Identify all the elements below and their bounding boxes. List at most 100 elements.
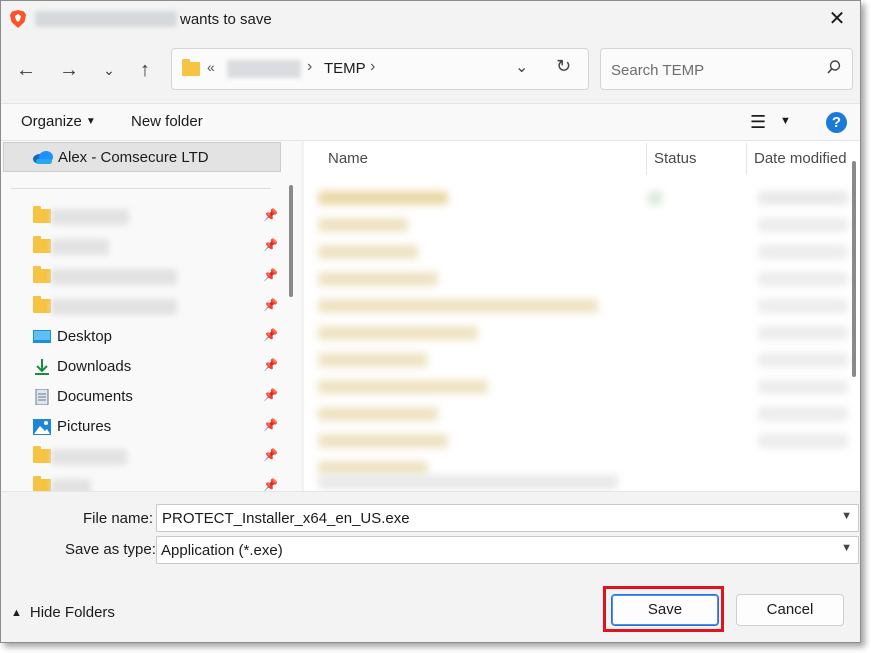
column-divider[interactable] xyxy=(746,143,747,175)
chevron-right-icon[interactable]: › xyxy=(370,58,375,76)
address-dropdown-icon[interactable]: ⌄ xyxy=(515,57,528,77)
save-as-type-label: Save as type: xyxy=(65,541,156,558)
view-options-icon[interactable]: ☰ xyxy=(750,112,766,133)
folder-icon xyxy=(33,476,51,491)
search-box[interactable] xyxy=(600,48,853,90)
cancel-button[interactable]: Cancel xyxy=(736,594,844,626)
sidebar-item-folder[interactable]: 📌 xyxy=(1,263,281,291)
folder-icon xyxy=(33,266,51,285)
save-dialog: wants to save ✕ ← → ⌄ ↑ « › TEMP › ⌄ ↻ O… xyxy=(0,0,861,643)
save-as-type-value: Application (*.exe) xyxy=(161,542,283,559)
sidebar-item-folder[interactable]: 📌 xyxy=(1,443,281,471)
sidebar-item-documents[interactable]: Documents 📌 xyxy=(1,383,281,411)
documents-icon xyxy=(35,389,49,405)
sidebar-item-label: Documents xyxy=(57,388,133,405)
desktop-icon xyxy=(33,330,51,343)
back-arrow-icon[interactable]: ← xyxy=(13,57,39,83)
title-bar: wants to save ✕ xyxy=(1,1,860,37)
brave-logo-icon xyxy=(10,10,26,28)
sidebar-item-folder[interactable]: 📌 xyxy=(1,233,281,261)
onedrive-cloud-icon xyxy=(33,151,53,164)
help-icon[interactable]: ? xyxy=(826,112,847,133)
redacted-site-name xyxy=(35,11,177,27)
pin-icon[interactable]: 📌 xyxy=(263,238,278,252)
redacted-label xyxy=(51,269,177,285)
organize-button[interactable]: Organize ▼ xyxy=(21,113,96,130)
pin-icon[interactable]: 📌 xyxy=(263,268,278,282)
pin-icon[interactable]: 📌 xyxy=(263,358,278,372)
breadcrumb-current[interactable]: TEMP xyxy=(324,60,366,77)
hide-folders-button[interactable]: ▲ Hide Folders xyxy=(11,604,115,621)
redacted-label xyxy=(51,239,109,255)
sidebar-item-pictures[interactable]: Pictures 📌 xyxy=(1,413,281,441)
sidebar-item-onedrive[interactable]: Alex - Comsecure LTD xyxy=(3,142,281,172)
chevron-up-icon: ▲ xyxy=(11,607,22,619)
pin-icon[interactable]: 📌 xyxy=(263,478,278,491)
sidebar-item-folder[interactable]: 📌 xyxy=(1,203,281,231)
pin-icon[interactable]: 📌 xyxy=(263,328,278,342)
file-name-input[interactable] xyxy=(162,509,822,527)
chevron-down-icon[interactable]: ▼ xyxy=(841,542,852,554)
folder-icon xyxy=(33,296,51,315)
folder-icon xyxy=(182,59,200,76)
dialog-title: wants to save xyxy=(180,11,272,28)
pin-icon[interactable]: 📌 xyxy=(263,298,278,312)
column-header-name[interactable]: Name xyxy=(328,141,368,177)
downloads-icon xyxy=(35,359,49,375)
sidebar-item-label: Pictures xyxy=(57,418,112,435)
navigation-bar: ← → ⌄ ↑ « › TEMP › ⌄ ↻ xyxy=(1,37,860,103)
refresh-icon[interactable]: ↻ xyxy=(556,56,571,77)
sidebar-item-desktop[interactable]: Desktop 📌 xyxy=(1,323,281,351)
column-divider[interactable] xyxy=(646,143,647,175)
caret-down-icon[interactable]: ▼ xyxy=(780,115,791,127)
up-arrow-icon[interactable]: ↑ xyxy=(132,57,158,83)
sidebar-item-folder[interactable]: 📌 xyxy=(1,293,281,321)
breadcrumb-overflow[interactable]: « xyxy=(207,59,215,75)
file-name-combo[interactable]: ▼ xyxy=(156,504,859,532)
close-icon[interactable]: ✕ xyxy=(824,6,850,32)
sidebar-item-folder[interactable]: 📌 xyxy=(1,473,281,491)
chevron-right-icon[interactable]: › xyxy=(307,58,312,76)
onedrive-label: Alex - Comsecure LTD xyxy=(58,149,209,166)
chevron-down-icon[interactable]: ⌄ xyxy=(96,57,122,83)
caret-down-icon: ▼ xyxy=(85,116,96,127)
sidebar-item-label: Downloads xyxy=(57,358,132,375)
search-icon[interactable] xyxy=(826,59,842,75)
chevron-down-icon[interactable]: ▼ xyxy=(841,510,852,522)
pin-icon[interactable]: 📌 xyxy=(263,448,278,462)
column-header-date-modified[interactable]: Date modified xyxy=(754,141,847,177)
forward-arrow-icon[interactable]: → xyxy=(56,57,82,83)
organize-label: Organize xyxy=(21,113,82,130)
redacted-label xyxy=(51,299,177,315)
folder-icon xyxy=(33,446,51,465)
file-list: Name Status Date modified xyxy=(304,141,860,491)
sidebar-item-downloads[interactable]: Downloads 📌 xyxy=(1,353,281,381)
pin-icon[interactable]: 📌 xyxy=(263,388,278,402)
new-folder-button[interactable]: New folder xyxy=(131,113,203,130)
column-header-status[interactable]: Status xyxy=(654,141,697,177)
address-bar[interactable]: « › TEMP › ⌄ ↻ xyxy=(171,48,589,90)
folder-icon xyxy=(33,206,51,225)
search-input[interactable] xyxy=(609,58,813,82)
pin-icon[interactable]: 📌 xyxy=(263,208,278,222)
save-button-highlight xyxy=(603,586,724,632)
redacted-file-rows xyxy=(318,185,848,489)
navpane-scrollbar[interactable] xyxy=(289,185,293,297)
command-bar: Organize ▼ New folder ☰ ▼ ? xyxy=(1,103,860,141)
redacted-breadcrumb xyxy=(227,60,301,78)
dialog-footer: ▲ Hide Folders Save Cancel xyxy=(1,571,860,642)
save-form: File name: ▼ Save as type: Application (… xyxy=(1,491,860,571)
file-name-label: File name: xyxy=(83,510,154,527)
redacted-label xyxy=(51,479,91,491)
pictures-icon xyxy=(33,419,51,435)
divider xyxy=(11,188,271,189)
filelist-scrollbar[interactable] xyxy=(852,161,856,377)
redacted-label xyxy=(51,449,127,465)
pin-icon[interactable]: 📌 xyxy=(263,418,278,432)
sidebar-item-label: Desktop xyxy=(57,328,113,345)
save-as-type-select[interactable]: Application (*.exe) ▼ xyxy=(156,536,859,564)
navigation-pane: Alex - Comsecure LTD 📌 📌 📌 📌 Desktop 📌 D… xyxy=(1,141,301,491)
redacted-label xyxy=(51,209,129,225)
hide-folders-label: Hide Folders xyxy=(29,604,115,621)
folder-icon xyxy=(33,236,51,255)
